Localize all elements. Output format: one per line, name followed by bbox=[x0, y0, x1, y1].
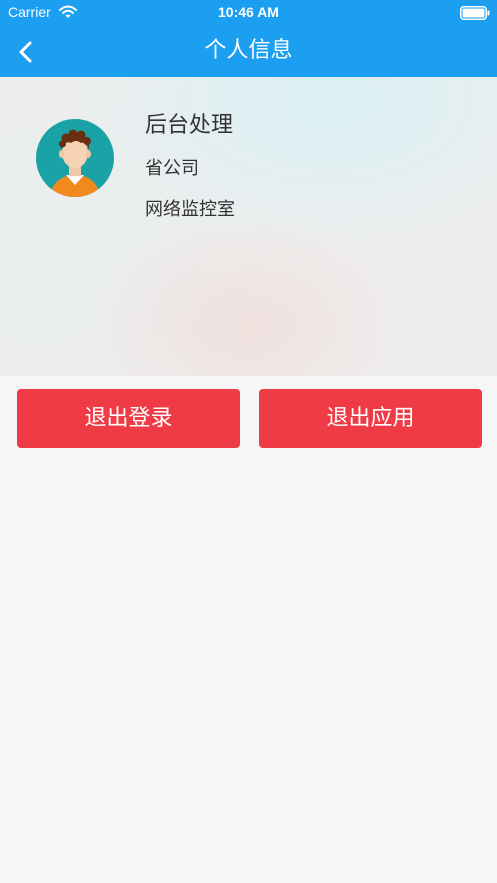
department-name: 网络监控室 bbox=[145, 199, 235, 220]
battery-icon bbox=[460, 6, 490, 20]
status-time: 10:46 AM bbox=[218, 4, 279, 20]
logout-button[interactable]: 退出登录 bbox=[17, 389, 240, 448]
page-title: 个人信息 bbox=[204, 38, 293, 63]
user-name: 后台处理 bbox=[145, 113, 234, 138]
status-bar: Carrier 10:46 AM bbox=[0, 0, 497, 26]
exit-app-button[interactable]: 退出应用 bbox=[259, 389, 482, 448]
profile-card: 后台处理 省公司 网络监控室 bbox=[0, 77, 497, 376]
header: Carrier 10:46 AM 个人信息 bbox=[0, 0, 497, 77]
organization-name: 省公司 bbox=[145, 158, 199, 179]
nav-bar: 个人信息 bbox=[0, 26, 497, 77]
user-avatar-icon bbox=[36, 119, 114, 197]
